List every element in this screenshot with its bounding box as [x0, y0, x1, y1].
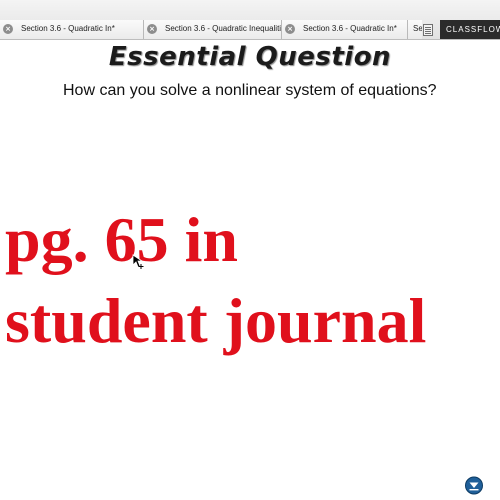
page-reference-text: pg. 65 in [5, 204, 238, 275]
tab-label: Section 3.6 - Quadratic In* [303, 24, 397, 33]
tab-section-3-6-d[interactable]: Se [408, 20, 422, 39]
student-journal-text: student journal [5, 285, 427, 356]
tab-close-icon[interactable]: × [3, 24, 13, 34]
essential-question-text: How can you solve a nonlinear system of … [63, 82, 437, 99]
slide-title: Essential Question [108, 42, 392, 72]
tab-bar: × Section 3.6 - Quadratic In* × Section … [0, 0, 500, 40]
tab-section-3-6-b[interactable]: × Section 3.6 - Quadratic Inequalities [144, 20, 282, 39]
tab-label: Se [413, 24, 422, 33]
move-cursor-icon [132, 254, 144, 269]
tab-label: Section 3.6 - Quadratic Inequalities [165, 24, 282, 33]
scroll-down-icon[interactable] [464, 476, 484, 495]
brand-logo: CLASSFLOW [440, 20, 500, 39]
tab-close-icon[interactable]: × [285, 24, 295, 34]
tab-section-3-6-c[interactable]: × Section 3.6 - Quadratic In* [282, 20, 408, 39]
tab-list-icon[interactable] [423, 24, 433, 36]
tab-close-icon[interactable]: × [147, 24, 157, 34]
tab-label: Section 3.6 - Quadratic In* [21, 24, 115, 33]
tab-section-3-6-a[interactable]: × Section 3.6 - Quadratic In* [0, 20, 144, 39]
